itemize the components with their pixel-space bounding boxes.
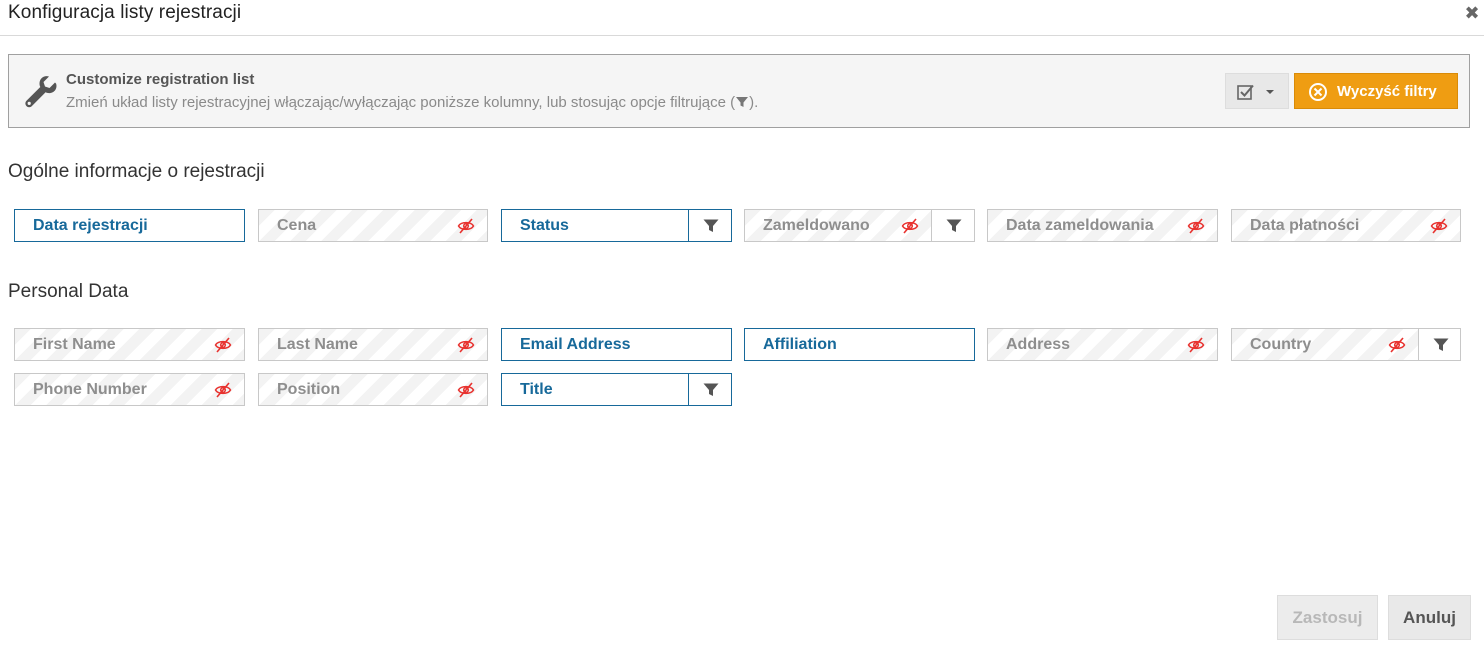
info-description-text: Zmień układ listy rejestracyjnej włączaj… [66, 94, 736, 111]
eye-slash-icon [457, 218, 475, 234]
cancel-button[interactable]: Anuluj [1388, 595, 1471, 640]
clear-filters-button[interactable]: Wyczyść filtry [1294, 73, 1458, 109]
eye-slash-icon [1430, 218, 1448, 234]
column-label: Last Name [277, 336, 358, 353]
apply-button[interactable]: Zastosuj [1277, 595, 1378, 640]
column-chip-data-zameldowania[interactable]: Data zameldowania [987, 209, 1218, 242]
info-description-end: ). [749, 94, 759, 111]
filter-icon [946, 219, 962, 232]
eye-slash-icon [1388, 337, 1406, 353]
column-label: Data rejestracji [33, 217, 148, 234]
filter-icon [703, 219, 719, 232]
dialog-title: Konfiguracja listy rejestracji [8, 2, 242, 23]
filter-icon [736, 97, 749, 107]
eye-slash-icon [457, 337, 475, 353]
select-columns-dropdown[interactable] [1225, 73, 1289, 109]
column-label: Zameldowano [763, 217, 870, 234]
column-label: Cena [277, 217, 317, 234]
close-icon[interactable]: ✖ [1464, 4, 1480, 22]
checkbox-icon [1237, 84, 1254, 100]
column-chip-cena[interactable]: Cena [258, 209, 488, 242]
column-chip-position[interactable]: Position [258, 373, 488, 406]
info-panel: Customize registration list Zmień układ … [8, 54, 1470, 128]
filter-button-status[interactable] [688, 209, 732, 242]
column-chip-affiliation[interactable]: Affiliation [744, 328, 975, 361]
column-label: First Name [33, 336, 116, 353]
column-chip-address[interactable]: Address [987, 328, 1218, 361]
filter-button-title[interactable] [688, 373, 732, 406]
column-label: Position [277, 381, 341, 398]
column-label: Title [520, 381, 553, 398]
column-chip-email-address[interactable]: Email Address [501, 328, 732, 361]
info-description: Zmień układ listy rejestracyjnej włączaj… [66, 94, 758, 111]
eye-slash-icon [214, 382, 232, 398]
eye-slash-icon [457, 382, 475, 398]
column-label: Data zameldowania [1006, 217, 1154, 234]
column-chip-zameldowano[interactable]: Zameldowano [744, 209, 932, 242]
filter-icon [1433, 338, 1449, 351]
info-title: Customize registration list [66, 71, 255, 88]
eye-slash-icon [1187, 218, 1205, 234]
column-chip-phone-number[interactable]: Phone Number [14, 373, 245, 406]
filter-button-zameldowano[interactable] [931, 209, 975, 242]
column-chip-data-platnosci[interactable]: Data płatności [1231, 209, 1461, 242]
column-label: Email Address [520, 336, 631, 353]
column-chip-title[interactable]: Title [501, 373, 689, 406]
column-chip-data-rejestracji[interactable]: Data rejestracji [14, 209, 245, 242]
section-title-general: Ogólne informacje o rejestracji [8, 161, 265, 182]
column-label: Data płatności [1250, 217, 1360, 234]
column-chip-status[interactable]: Status [501, 209, 689, 242]
column-chip-first-name[interactable]: First Name [14, 328, 245, 361]
column-label: Country [1250, 336, 1312, 353]
column-label: Status [520, 217, 569, 234]
filter-button-country[interactable] [1418, 328, 1461, 361]
wrench-icon [25, 76, 57, 108]
clear-filters-label: Wyczyść filtry [1337, 83, 1437, 100]
section-title-personal: Personal Data [8, 281, 129, 302]
chevron-down-icon [1266, 90, 1274, 94]
filter-icon [703, 383, 719, 396]
column-label: Address [1006, 336, 1071, 353]
dialog-header: Konfiguracja listy rejestracji ✖ [0, 0, 1484, 36]
eye-slash-icon [214, 337, 232, 353]
column-label: Phone Number [33, 381, 147, 398]
close-circle-icon [1309, 83, 1327, 101]
eye-slash-icon [901, 218, 919, 234]
column-chip-last-name[interactable]: Last Name [258, 328, 488, 361]
column-label: Affiliation [763, 336, 837, 353]
eye-slash-icon [1187, 337, 1205, 353]
column-chip-country[interactable]: Country [1231, 328, 1419, 361]
